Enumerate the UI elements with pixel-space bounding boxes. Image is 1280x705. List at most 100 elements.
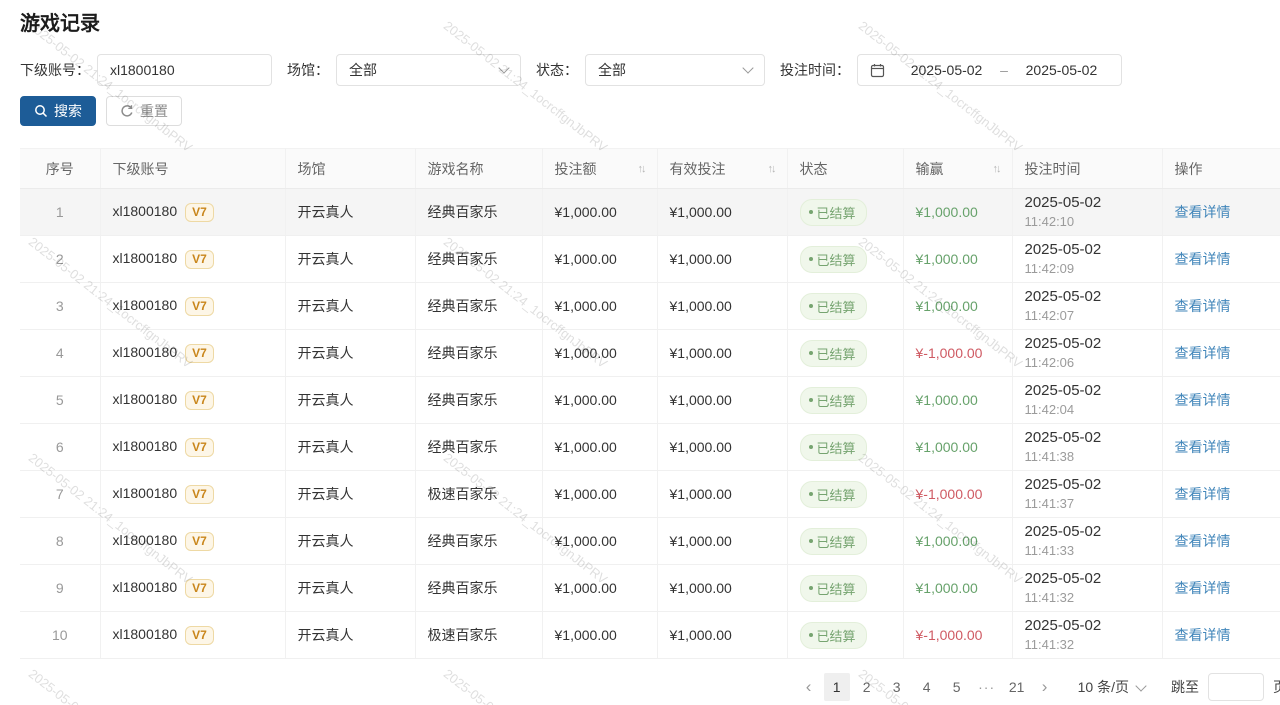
- table-row: 9 xl1800180V7 开云真人 经典百家乐 ¥1,000.00 ¥1,00…: [20, 565, 1280, 612]
- status-text: 已结算: [817, 626, 856, 645]
- date-range-picker[interactable]: 2025-05-02 – 2025-05-02: [857, 54, 1122, 86]
- table-row: 10 xl1800180V7 开云真人 极速百家乐 ¥1,000.00 ¥1,0…: [20, 612, 1280, 659]
- cell-bet-time: 2025-05-02 11:42:04: [1012, 377, 1162, 424]
- page-button-3[interactable]: 3: [884, 673, 910, 701]
- account-text: xl1800180: [113, 485, 178, 501]
- page-button-4[interactable]: 4: [914, 673, 940, 701]
- bet-date: 2025-05-02: [1025, 617, 1150, 635]
- bet-time: 11:41:32: [1025, 637, 1150, 653]
- cell-venue: 开云真人: [285, 189, 415, 236]
- cell-status: 已结算: [787, 236, 903, 283]
- cell-bet-amount: ¥1,000.00: [542, 565, 657, 612]
- venue-value: 全部: [349, 60, 377, 80]
- account-text: xl1800180: [113, 297, 178, 313]
- cell-game: 经典百家乐: [415, 189, 542, 236]
- cell-status: 已结算: [787, 424, 903, 471]
- cell-win-loss: ¥-1,000.00: [903, 471, 1012, 518]
- bet-date: 2025-05-02: [1025, 476, 1150, 494]
- column-header[interactable]: 输赢 ↑↓: [903, 149, 1012, 189]
- view-details-link[interactable]: 查看详情: [1175, 486, 1231, 502]
- page-button-5[interactable]: 5: [944, 673, 970, 701]
- column-header[interactable]: 有效投注↑↓: [657, 149, 787, 189]
- status-text: 已结算: [817, 203, 856, 222]
- view-details-link[interactable]: 查看详情: [1175, 439, 1231, 455]
- status-value: 全部: [598, 60, 626, 80]
- cell-venue: 开云真人: [285, 283, 415, 330]
- cell-win-loss: ¥1,000.00: [903, 518, 1012, 565]
- jump-suffix: 页: [1273, 677, 1280, 697]
- bet-time: 11:42:06: [1025, 355, 1150, 371]
- cell-status: 已结算: [787, 612, 903, 659]
- view-details-link[interactable]: 查看详情: [1175, 533, 1231, 549]
- cell-status: 已结算: [787, 518, 903, 565]
- page-button-21[interactable]: 21: [1004, 673, 1030, 701]
- cell-venue: 开云真人: [285, 612, 415, 659]
- filter-bar: 下级账号： 场馆： 全部 状态： 全部 投注时间：: [20, 54, 1260, 86]
- date-end[interactable]: 2025-05-02: [1014, 62, 1109, 78]
- prev-page-button[interactable]: ‹: [796, 673, 822, 701]
- column-header[interactable]: 投注额↑↓: [542, 149, 657, 189]
- bet-time: 11:42:07: [1025, 308, 1150, 324]
- status-dot-icon: [809, 304, 813, 308]
- status-badge: 已结算: [800, 434, 867, 461]
- column-header: 场馆: [285, 149, 415, 189]
- status-badge: 已结算: [800, 481, 867, 508]
- pagination-bar: ‹ 12345···21 › 10 条/页 跳至 页: [0, 673, 1280, 701]
- cell-game: 经典百家乐: [415, 236, 542, 283]
- page-button-2[interactable]: 2: [854, 673, 880, 701]
- chevron-down-icon: [1135, 680, 1146, 691]
- next-page-button[interactable]: ›: [1032, 673, 1058, 701]
- cell-bet-amount: ¥1,000.00: [542, 189, 657, 236]
- date-start[interactable]: 2025-05-02: [899, 62, 994, 78]
- bet-date: 2025-05-02: [1025, 335, 1150, 353]
- view-details-link[interactable]: 查看详情: [1175, 251, 1231, 267]
- cell-status: 已结算: [787, 283, 903, 330]
- status-text: 已结算: [817, 297, 856, 316]
- bet-time: 11:42:10: [1025, 214, 1150, 230]
- cell-bet-amount: ¥1,000.00: [542, 236, 657, 283]
- cell-index: 2: [20, 236, 100, 283]
- cell-bet-amount: ¥1,000.00: [542, 518, 657, 565]
- page-size-select[interactable]: 10 条/页: [1078, 677, 1145, 697]
- cell-account: xl1800180V7: [100, 236, 285, 283]
- status-dot-icon: [809, 539, 813, 543]
- cell-bet-time: 2025-05-02 11:41:38: [1012, 424, 1162, 471]
- cell-account: xl1800180V7: [100, 189, 285, 236]
- status-dot-icon: [809, 210, 813, 214]
- cell-account: xl1800180V7: [100, 377, 285, 424]
- view-details-link[interactable]: 查看详情: [1175, 392, 1231, 408]
- reset-button[interactable]: 重置: [106, 96, 182, 126]
- records-table: 序号下级账号场馆游戏名称投注额↑↓有效投注↑↓状态输赢↑↓投注时间操作 1 xl…: [20, 148, 1280, 659]
- sort-icon[interactable]: ↑↓: [993, 163, 1000, 175]
- cell-action: 查看详情: [1162, 189, 1280, 236]
- page-button-1[interactable]: 1: [824, 673, 850, 701]
- cell-bet-time: 2025-05-02 11:42:06: [1012, 330, 1162, 377]
- bet-time: 11:41:33: [1025, 543, 1150, 559]
- account-text: xl1800180: [113, 532, 178, 548]
- view-details-link[interactable]: 查看详情: [1175, 580, 1231, 596]
- status-dot-icon: [809, 633, 813, 637]
- jump-to-page: 跳至 页: [1171, 673, 1280, 701]
- bet-time: 11:42:04: [1025, 402, 1150, 418]
- sort-icon[interactable]: ↑↓: [638, 163, 645, 175]
- column-label: 输赢: [916, 159, 944, 179]
- cell-game: 极速百家乐: [415, 612, 542, 659]
- vip-badge: V7: [185, 297, 214, 316]
- status-dot-icon: [809, 257, 813, 261]
- status-select[interactable]: 全部: [585, 54, 765, 86]
- cell-account: xl1800180V7: [100, 612, 285, 659]
- venue-select[interactable]: 全部: [336, 54, 521, 86]
- view-details-link[interactable]: 查看详情: [1175, 298, 1231, 314]
- view-details-link[interactable]: 查看详情: [1175, 345, 1231, 361]
- search-button[interactable]: 搜索: [20, 96, 96, 126]
- cell-index: 5: [20, 377, 100, 424]
- search-button-label: 搜索: [54, 101, 82, 121]
- sort-icon[interactable]: ↑↓: [768, 163, 775, 175]
- jump-page-input[interactable]: [1208, 673, 1264, 701]
- cell-bet-amount: ¥1,000.00: [542, 330, 657, 377]
- view-details-link[interactable]: 查看详情: [1175, 627, 1231, 643]
- cell-valid-bet: ¥1,000.00: [657, 283, 787, 330]
- view-details-link[interactable]: 查看详情: [1175, 204, 1231, 220]
- vip-badge: V7: [185, 532, 214, 551]
- account-input[interactable]: [110, 62, 259, 78]
